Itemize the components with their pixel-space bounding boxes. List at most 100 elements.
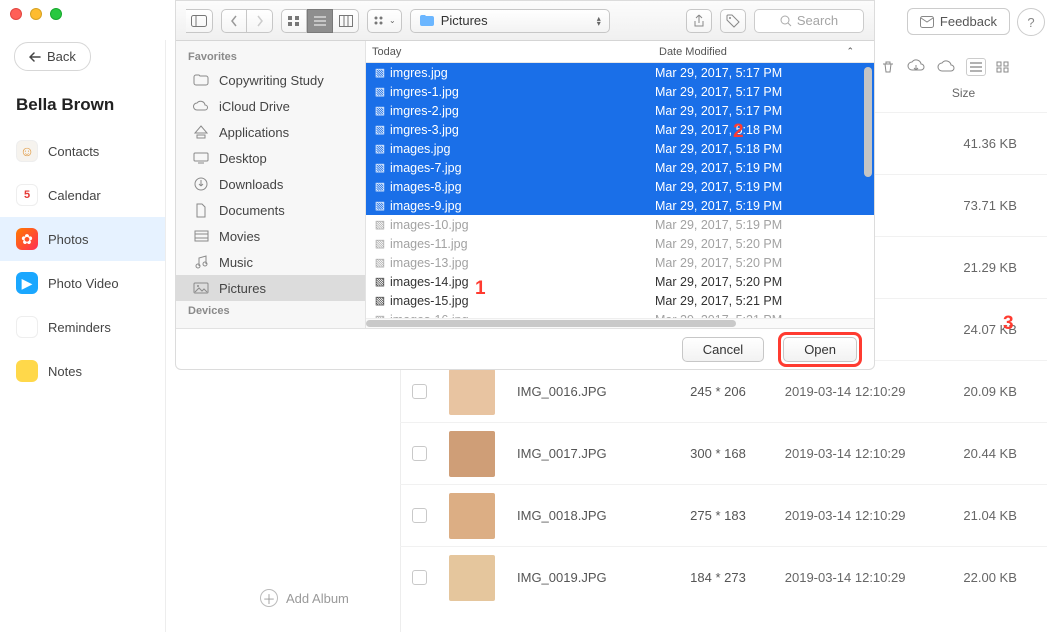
back-button[interactable]: Back <box>14 42 91 71</box>
nav-photos[interactable]: ✿Photos <box>0 217 165 261</box>
file-row[interactable]: ▧images-9.jpgMar 29, 2017, 5:19 PM <box>366 196 874 215</box>
sidebar-item-desktop[interactable]: Desktop <box>176 145 365 171</box>
jpeg-icon: ▧ <box>370 104 390 117</box>
nav-photo-video[interactable]: ▶Photo Video <box>0 261 165 305</box>
nav-reminders[interactable]: Reminders <box>0 305 165 349</box>
file-row[interactable]: ▧images-16.jpgMar 29, 2017, 5:21 PM <box>366 310 874 318</box>
sidebar-item-pictures[interactable]: Pictures <box>176 275 365 301</box>
tags-button[interactable] <box>720 9 746 33</box>
photo-dimensions: 300 * 168 <box>673 446 763 461</box>
file-row[interactable]: ▧images-11.jpgMar 29, 2017, 5:20 PM <box>366 234 874 253</box>
cancel-button[interactable]: Cancel <box>682 337 764 362</box>
sidebar-icon <box>191 15 207 27</box>
scrollbar-thumb[interactable] <box>366 320 736 327</box>
row-checkbox[interactable] <box>412 508 427 523</box>
sidebar-device-macmini[interactable]: Mac mini <box>176 321 365 328</box>
search-field[interactable]: Search <box>754 9 864 33</box>
sidebar-item-icloud-drive[interactable]: iCloud Drive <box>176 93 365 119</box>
sidebar-item-label: Copywriting Study <box>219 73 324 88</box>
jpeg-icon: ▧ <box>370 275 390 288</box>
feedback-button[interactable]: Feedback <box>907 8 1010 35</box>
file-row[interactable]: ▧imgres.jpgMar 29, 2017, 5:17 PM <box>366 63 874 82</box>
photo-thumbnail[interactable] <box>449 493 495 539</box>
photo-date: 2019-03-14 12:10:29 <box>785 570 942 585</box>
minimize-window-button[interactable] <box>30 8 42 20</box>
open-button[interactable]: Open <box>783 337 857 362</box>
file-row[interactable]: ▧imgres-1.jpgMar 29, 2017, 5:17 PM <box>366 82 874 101</box>
nav-contacts[interactable]: ☺Contacts <box>0 129 165 173</box>
file-pane: Today Date Modified⌃ ▧imgres.jpgMar 29, … <box>366 41 874 328</box>
sidebar-item-applications[interactable]: Applications <box>176 119 365 145</box>
column-name-header[interactable]: Today <box>366 46 659 58</box>
sidebar-item-downloads[interactable]: Downloads <box>176 171 365 197</box>
list-view-button[interactable] <box>307 9 333 33</box>
photo-thumbnail[interactable] <box>449 431 495 477</box>
file-row[interactable]: ▧images.jpgMar 29, 2017, 5:18 PM <box>366 139 874 158</box>
sidebar-item-movies[interactable]: Movies <box>176 223 365 249</box>
location-popup[interactable]: Pictures ▴▾ <box>410 9 610 33</box>
file-row[interactable]: ▧imgres-2.jpgMar 29, 2017, 5:17 PM <box>366 101 874 120</box>
file-row[interactable]: ▧images-15.jpgMar 29, 2017, 5:21 PM <box>366 291 874 310</box>
file-row[interactable]: ▧imgres-3.jpgMar 29, 2017, 5:18 PM <box>366 120 874 139</box>
cloud-icon[interactable] <box>936 59 956 75</box>
file-date: Mar 29, 2017, 5:20 PM <box>655 237 870 251</box>
jpeg-icon: ▧ <box>370 199 390 212</box>
nav-label: Contacts <box>48 144 99 159</box>
toggle-sidebar-button[interactable] <box>186 9 213 33</box>
nav-notes[interactable]: Notes <box>0 349 165 393</box>
photo-row[interactable]: IMG_0019.JPG184 * 2732019-03-14 12:10:29… <box>400 546 1047 608</box>
column-view-button[interactable] <box>333 9 359 33</box>
nav-back-button[interactable] <box>221 9 247 33</box>
file-list[interactable]: ▧imgres.jpgMar 29, 2017, 5:17 PM▧imgres-… <box>366 63 874 318</box>
vertical-scrollbar[interactable] <box>860 42 874 329</box>
sidebar-item-music[interactable]: Music <box>176 249 365 275</box>
file-date: Mar 29, 2017, 5:19 PM <box>655 161 870 175</box>
nav-forward-button[interactable] <box>247 9 273 33</box>
horizontal-scrollbar[interactable] <box>366 318 874 328</box>
row-checkbox[interactable] <box>412 570 427 585</box>
photo-row[interactable]: IMG_0017.JPG300 * 1682019-03-14 12:10:29… <box>400 422 1047 484</box>
file-row[interactable]: ▧images-10.jpgMar 29, 2017, 5:19 PM <box>366 215 874 234</box>
dialog-body: Favorites Copywriting StudyiCloud DriveA… <box>176 41 874 329</box>
photo-row[interactable]: IMG_0018.JPG275 * 1832019-03-14 12:10:29… <box>400 484 1047 546</box>
file-name: imgres-3.jpg <box>390 123 655 137</box>
photos-icon: ✿ <box>16 228 38 250</box>
sidebar-item-documents[interactable]: Documents <box>176 197 365 223</box>
column-date-header[interactable]: Date Modified⌃ <box>659 46 874 58</box>
fullscreen-window-button[interactable] <box>50 8 62 20</box>
close-window-button[interactable] <box>10 8 22 20</box>
list-view-icon[interactable] <box>966 58 986 76</box>
file-row[interactable]: ▧images-14.jpgMar 29, 2017, 5:20 PM <box>366 272 874 291</box>
nav-calendar[interactable]: 5Calendar <box>0 173 165 217</box>
cloud-download-icon[interactable] <box>906 59 926 75</box>
photo-thumbnail[interactable] <box>449 369 495 415</box>
row-checkbox[interactable] <box>412 384 427 399</box>
file-row[interactable]: ▧images-13.jpgMar 29, 2017, 5:20 PM <box>366 253 874 272</box>
trash-icon[interactable] <box>880 59 896 75</box>
add-album-button[interactable]: ＋ Add Album <box>260 589 349 607</box>
photo-thumbnail[interactable] <box>449 555 495 601</box>
row-checkbox[interactable] <box>412 446 427 461</box>
group-by-button[interactable]: ⌄ <box>367 9 402 33</box>
share-button[interactable] <box>686 9 712 33</box>
sidebar-item-label: Desktop <box>219 151 267 166</box>
grid-view-icon[interactable] <box>996 61 1010 73</box>
file-date: Mar 29, 2017, 5:18 PM <box>655 142 870 156</box>
notes-icon <box>16 360 38 382</box>
jpeg-icon: ▧ <box>370 237 390 250</box>
share-icon <box>693 14 705 28</box>
jpeg-icon: ▧ <box>370 180 390 193</box>
cloud-icon <box>192 98 210 114</box>
jpeg-icon: ▧ <box>370 294 390 307</box>
help-button[interactable]: ? <box>1017 8 1045 36</box>
icon-view-button[interactable] <box>281 9 307 33</box>
scrollbar-thumb[interactable] <box>864 67 872 177</box>
photo-size: 20.44 KB <box>963 446 1035 461</box>
sidebar-item-label: Pictures <box>219 281 266 296</box>
file-row[interactable]: ▧images-7.jpgMar 29, 2017, 5:19 PM <box>366 158 874 177</box>
file-row[interactable]: ▧images-8.jpgMar 29, 2017, 5:19 PM <box>366 177 874 196</box>
separator <box>165 40 166 632</box>
sidebar-item-copywriting-study[interactable]: Copywriting Study <box>176 67 365 93</box>
music-icon <box>192 254 210 270</box>
file-date: Mar 29, 2017, 5:17 PM <box>655 104 870 118</box>
